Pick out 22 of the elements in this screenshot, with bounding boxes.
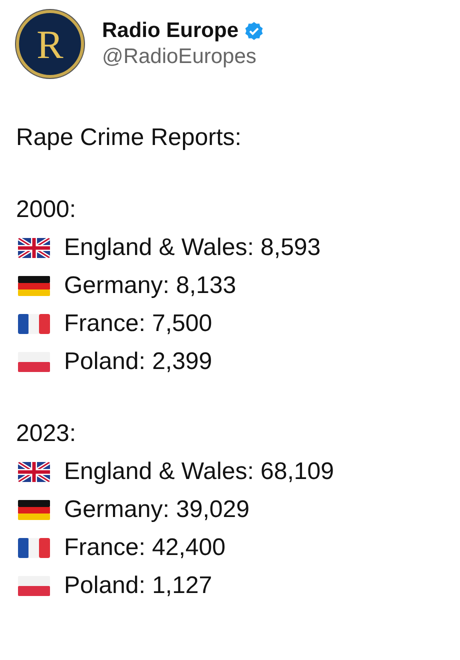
post-text: England & Wales: 68,109 <box>64 457 334 487</box>
flag-icon <box>18 462 50 482</box>
flag-icon <box>18 276 50 296</box>
post-text: Rape Crime Reports: <box>16 123 242 153</box>
flag-icon <box>18 314 50 334</box>
flag-icon <box>18 500 50 520</box>
avatar: R <box>16 10 84 78</box>
flag-icon <box>18 238 50 258</box>
flag-icon <box>18 352 50 372</box>
post-text: France: 7,500 <box>64 309 212 339</box>
post-text: Germany: 8,133 <box>64 271 236 301</box>
post-text: England & Wales: 8,593 <box>64 233 321 263</box>
post-text: 2000: <box>16 195 78 225</box>
account-handle: @RadioEuropes <box>102 45 258 69</box>
post-text: 2023: <box>16 419 78 449</box>
post-text: Poland: 1,127 <box>64 571 212 601</box>
flag-icon <box>18 576 50 596</box>
account-name: Radio Europe <box>102 19 239 43</box>
post-text: Poland: 2,399 <box>64 347 212 377</box>
post-text: France: 42,400 <box>64 533 226 563</box>
flag-icon <box>18 538 50 558</box>
post-text: Germany: 39,029 <box>64 495 250 525</box>
